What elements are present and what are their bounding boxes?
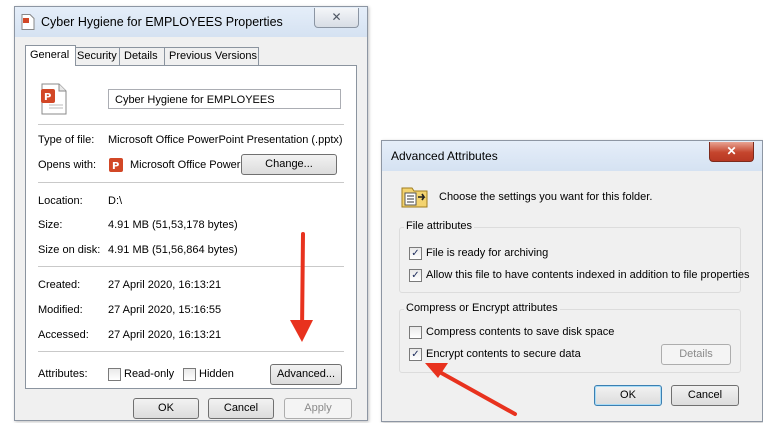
divider xyxy=(38,124,344,125)
advanced-intro-text: Choose the settings you want for this fo… xyxy=(439,191,653,203)
attributes-label: Attributes: xyxy=(38,368,88,380)
read-only-label[interactable]: Read-only xyxy=(124,368,174,380)
advanced-ok-button[interactable]: OK xyxy=(594,385,662,406)
change-button[interactable]: Change... xyxy=(241,154,337,175)
general-tab-panel: P Cyber Hygiene for EMPLOYEES Type of fi… xyxy=(25,65,357,389)
compress-label[interactable]: Compress contents to save disk space xyxy=(426,326,614,338)
index-label[interactable]: Allow this file to have contents indexed… xyxy=(426,269,749,281)
properties-titlebar[interactable]: Cyber Hygiene for EMPLOYEES Properties ✕ xyxy=(15,7,367,37)
svg-text:P: P xyxy=(112,161,119,172)
encrypt-label[interactable]: Encrypt contents to secure data xyxy=(426,348,581,360)
type-of-file-label: Type of file: xyxy=(38,134,95,146)
size-on-disk-label: Size on disk: xyxy=(38,244,101,256)
powerpoint-app-icon: P xyxy=(109,158,123,172)
file-name-field[interactable]: Cyber Hygiene for EMPLOYEES xyxy=(108,89,341,109)
modified-value: 27 April 2020, 15:16:55 xyxy=(108,304,222,316)
divider xyxy=(38,266,344,267)
location-value: D:\ xyxy=(108,195,123,207)
powerpoint-file-icon: P xyxy=(41,83,67,115)
accessed-label: Accessed: xyxy=(38,329,89,341)
archive-label[interactable]: File is ready for archiving xyxy=(426,247,548,259)
encrypt-checkbox[interactable]: ✓ xyxy=(409,348,422,361)
tab-security[interactable]: Security xyxy=(72,47,121,65)
hidden-label[interactable]: Hidden xyxy=(199,368,234,380)
hidden-checkbox[interactable] xyxy=(183,368,196,381)
apply-button[interactable]: Apply xyxy=(284,398,352,419)
compress-encrypt-label: Compress or Encrypt attributes xyxy=(404,302,560,314)
modified-label: Modified: xyxy=(38,304,83,316)
file-attributes-group xyxy=(399,227,741,293)
details-button[interactable]: Details xyxy=(661,344,731,365)
size-label: Size: xyxy=(38,219,63,231)
created-label: Created: xyxy=(38,279,81,291)
cancel-button[interactable]: Cancel xyxy=(208,398,274,419)
advanced-cancel-button[interactable]: Cancel xyxy=(671,385,739,406)
advanced-close-button[interactable]: ✕ xyxy=(709,142,754,162)
ok-button[interactable]: OK xyxy=(133,398,199,419)
opens-with-value: Microsoft Office PowerF xyxy=(130,159,248,171)
advanced-titlebar[interactable]: Advanced Attributes ✕ xyxy=(382,141,762,171)
tab-previous-versions[interactable]: Previous Versions xyxy=(164,47,259,65)
properties-title: Cyber Hygiene for EMPLOYEES Properties xyxy=(41,15,283,29)
opens-with-label: Opens with: xyxy=(38,159,97,171)
properties-window: Cyber Hygiene for EMPLOYEES Properties ✕… xyxy=(14,6,368,421)
advanced-title: Advanced Attributes xyxy=(391,149,498,163)
advanced-button[interactable]: Advanced... xyxy=(270,364,342,385)
tab-general[interactable]: General xyxy=(25,45,76,66)
advanced-attributes-window: Advanced Attributes ✕ Choose the setting… xyxy=(381,140,763,422)
folder-settings-icon xyxy=(401,187,428,208)
size-value: 4.91 MB (51,53,178 bytes) xyxy=(108,219,238,231)
location-label: Location: xyxy=(38,195,83,207)
size-on-disk-value: 4.91 MB (51,56,864 bytes) xyxy=(108,244,238,256)
archive-checkbox[interactable]: ✓ xyxy=(409,247,422,260)
divider xyxy=(38,182,344,183)
created-value: 27 April 2020, 16:13:21 xyxy=(108,279,222,291)
svg-text:P: P xyxy=(44,92,51,103)
file-attributes-label: File attributes xyxy=(404,220,475,232)
document-icon xyxy=(21,14,35,30)
compress-checkbox[interactable] xyxy=(409,326,422,339)
tab-details[interactable]: Details xyxy=(119,47,166,65)
properties-close-button[interactable]: ✕ xyxy=(314,8,359,28)
accessed-value: 27 April 2020, 16:13:21 xyxy=(108,329,222,341)
index-checkbox[interactable]: ✓ xyxy=(409,269,422,282)
read-only-checkbox[interactable] xyxy=(108,368,121,381)
type-of-file-value: Microsoft Office PowerPoint Presentation… xyxy=(108,134,343,146)
divider xyxy=(38,351,344,352)
